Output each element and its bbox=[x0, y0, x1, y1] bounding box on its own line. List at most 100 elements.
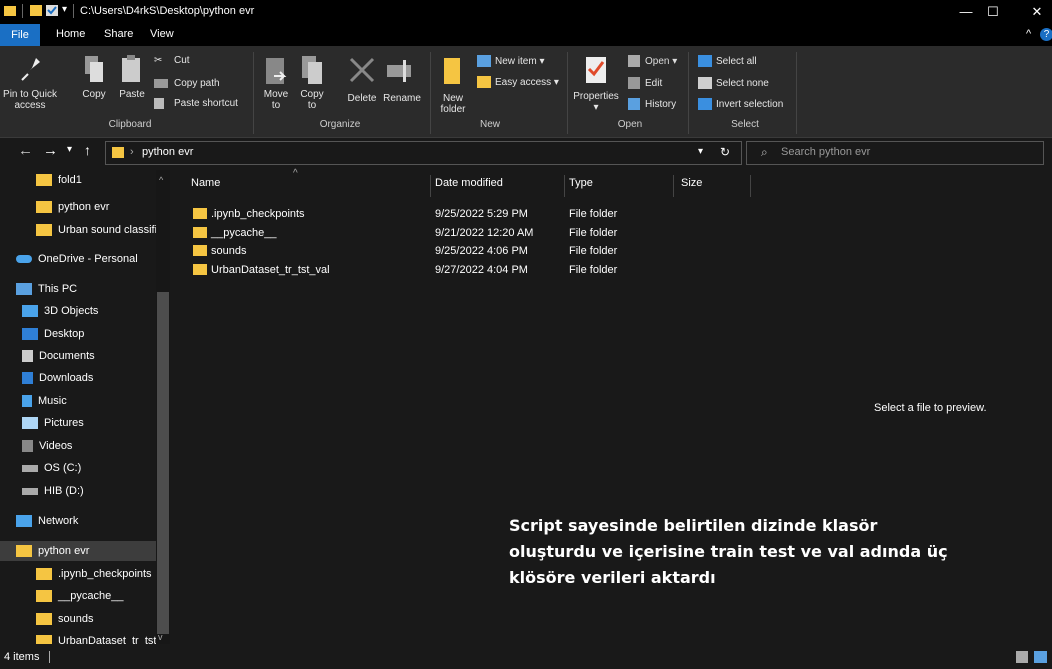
nav-item-videos[interactable]: Videos bbox=[22, 436, 170, 456]
new-item-button[interactable]: New item ▾ bbox=[495, 56, 545, 67]
annotation-text: Script sayesinde belirtilen dizinde klas… bbox=[509, 513, 1029, 591]
nav-item-urbandataset[interactable]: UrbanDataset_tr_tst_ bbox=[36, 631, 156, 644]
file-name: __pycache__ bbox=[211, 227, 277, 239]
refresh-icon[interactable]: ↻ bbox=[720, 145, 730, 159]
paste-icon bbox=[122, 55, 140, 82]
nav-item-this-pc[interactable]: This PC bbox=[16, 279, 166, 299]
copy-to-button[interactable]: Copy to bbox=[296, 89, 328, 111]
nav-scrollbar-thumb[interactable] bbox=[157, 292, 169, 634]
nav-item-desktop[interactable]: Desktop bbox=[22, 324, 170, 344]
tab-view[interactable]: View bbox=[150, 28, 174, 40]
checkbox-quick-icon[interactable] bbox=[46, 5, 58, 16]
select-none-button[interactable]: Select none bbox=[716, 78, 769, 89]
close-button[interactable]: ✕ bbox=[1017, 2, 1052, 22]
new-folder-icon bbox=[444, 58, 460, 84]
search-box[interactable]: ⌕ Search python evr bbox=[746, 141, 1044, 165]
history-button[interactable]: History bbox=[645, 99, 676, 110]
select-group-label: Select bbox=[731, 119, 759, 130]
breadcrumb-chevron-icon[interactable]: › bbox=[130, 146, 134, 158]
forward-icon[interactable]: → bbox=[43, 142, 58, 159]
nav-item-python-evr-selected[interactable]: python evr bbox=[0, 541, 170, 561]
recent-locations-icon[interactable]: ▾ bbox=[67, 144, 72, 155]
nav-item-downloads[interactable]: Downloads bbox=[22, 368, 170, 388]
invert-selection-button[interactable]: Invert selection bbox=[716, 99, 783, 110]
nav-item-os-c[interactable]: OS (C:) bbox=[22, 458, 170, 478]
table-row[interactable]: .ipynb_checkpoints 9/25/2022 5:29 PM Fil… bbox=[175, 205, 795, 223]
tab-share[interactable]: Share bbox=[104, 28, 133, 40]
file-date: 9/21/2022 12:20 AM bbox=[435, 227, 534, 239]
copy-icon bbox=[85, 56, 103, 82]
search-input[interactable]: Search python evr bbox=[781, 146, 870, 158]
open-group-label: Open bbox=[617, 119, 643, 130]
cut-button[interactable]: Cut bbox=[174, 55, 190, 66]
column-header-size[interactable]: Size bbox=[681, 177, 702, 189]
back-icon[interactable]: ← bbox=[18, 142, 33, 159]
nav-item-sounds[interactable]: sounds bbox=[36, 609, 170, 629]
table-row[interactable]: sounds 9/25/2022 4:06 PM File folder bbox=[175, 242, 795, 260]
documents-icon bbox=[22, 350, 33, 363]
tab-file[interactable]: File bbox=[0, 24, 40, 46]
nav-item-music[interactable]: Music bbox=[22, 391, 170, 411]
column-header-type[interactable]: Type bbox=[569, 177, 593, 189]
collapse-ribbon-icon[interactable]: ^ bbox=[1026, 28, 1031, 40]
new-folder-button[interactable]: New folder bbox=[436, 93, 470, 115]
nav-item-python-evr[interactable]: python evr bbox=[36, 197, 170, 217]
paste-shortcut-button[interactable]: Paste shortcut bbox=[174, 98, 238, 109]
file-type: File folder bbox=[569, 245, 618, 257]
nav-item-ipynb-checkpoints[interactable]: .ipynb_checkpoints bbox=[36, 564, 170, 584]
address-bar[interactable]: › python evr ▾ ↻ bbox=[105, 141, 742, 165]
properties-icon bbox=[586, 57, 606, 83]
column-header-date-modified[interactable]: Date modified bbox=[435, 177, 503, 189]
preview-message: Select a file to preview. bbox=[874, 402, 987, 414]
nav-item-pycache[interactable]: __pycache__ bbox=[36, 586, 170, 606]
scroll-up-icon[interactable]: ^ bbox=[159, 175, 163, 185]
drive-icon bbox=[22, 487, 38, 495]
nav-item-3d-objects[interactable]: 3D Objects bbox=[22, 301, 170, 321]
copy-path-icon bbox=[154, 79, 168, 88]
file-type: File folder bbox=[569, 227, 618, 239]
edit-button[interactable]: Edit bbox=[645, 78, 662, 89]
scroll-down-icon[interactable]: v bbox=[158, 632, 163, 642]
nav-item-onedrive[interactable]: OneDrive - Personal bbox=[16, 249, 166, 269]
rename-button[interactable]: Rename bbox=[380, 93, 424, 104]
address-dropdown-icon[interactable]: ▾ bbox=[698, 146, 703, 157]
properties-button[interactable]: Properties ▾ bbox=[570, 91, 622, 113]
search-icon: ⌕ bbox=[761, 145, 768, 159]
move-to-button[interactable]: Move to bbox=[260, 89, 292, 111]
column-header-name[interactable]: Name bbox=[191, 177, 220, 189]
nav-item-network[interactable]: Network bbox=[16, 511, 166, 531]
copy-path-button[interactable]: Copy path bbox=[174, 78, 220, 89]
3d-objects-icon bbox=[22, 305, 38, 318]
new-group-label: New bbox=[479, 119, 500, 130]
open-button[interactable]: Open ▾ bbox=[645, 56, 677, 67]
copy-button[interactable]: Copy bbox=[78, 89, 110, 100]
file-name: sounds bbox=[211, 245, 247, 257]
file-date: 9/25/2022 5:29 PM bbox=[435, 208, 528, 220]
pin-to-quick-access-button[interactable]: Pin to Quick access bbox=[0, 89, 60, 111]
quick-access-dropdown-icon[interactable]: ▾ bbox=[62, 4, 67, 15]
select-all-button[interactable]: Select all bbox=[716, 56, 757, 67]
nav-item-urban-sound[interactable]: Urban sound classifi bbox=[36, 220, 170, 240]
new-item-icon bbox=[477, 55, 491, 67]
paste-button[interactable]: Paste bbox=[116, 89, 148, 100]
nav-item-fold1[interactable]: fold1 bbox=[36, 170, 170, 190]
tab-home[interactable]: Home bbox=[56, 28, 85, 40]
help-icon[interactable]: ? bbox=[1040, 28, 1052, 41]
select-all-icon bbox=[698, 55, 712, 67]
paste-shortcut-icon bbox=[154, 98, 164, 109]
nav-item-pictures[interactable]: Pictures bbox=[22, 413, 170, 433]
folder-icon bbox=[36, 635, 52, 644]
open-icon bbox=[628, 55, 640, 67]
table-row[interactable]: __pycache__ 9/21/2022 12:20 AM File fold… bbox=[175, 224, 795, 242]
nav-item-hib-d[interactable]: HIB (D:) bbox=[22, 481, 170, 501]
nav-item-documents[interactable]: Documents bbox=[22, 346, 170, 366]
breadcrumb-python-evr[interactable]: python evr bbox=[142, 146, 193, 158]
easy-access-button[interactable]: Easy access ▾ bbox=[495, 77, 559, 88]
details-view-icon[interactable] bbox=[1016, 651, 1028, 663]
large-icons-view-icon[interactable] bbox=[1034, 651, 1047, 663]
table-row[interactable]: UrbanDataset_tr_tst_val 9/27/2022 4:04 P… bbox=[175, 261, 795, 279]
maximize-button[interactable]: ☐ bbox=[973, 2, 1013, 22]
properties-quick-icon[interactable] bbox=[30, 5, 42, 16]
delete-button[interactable]: Delete bbox=[342, 93, 382, 104]
up-icon[interactable]: ↑ bbox=[84, 142, 91, 158]
